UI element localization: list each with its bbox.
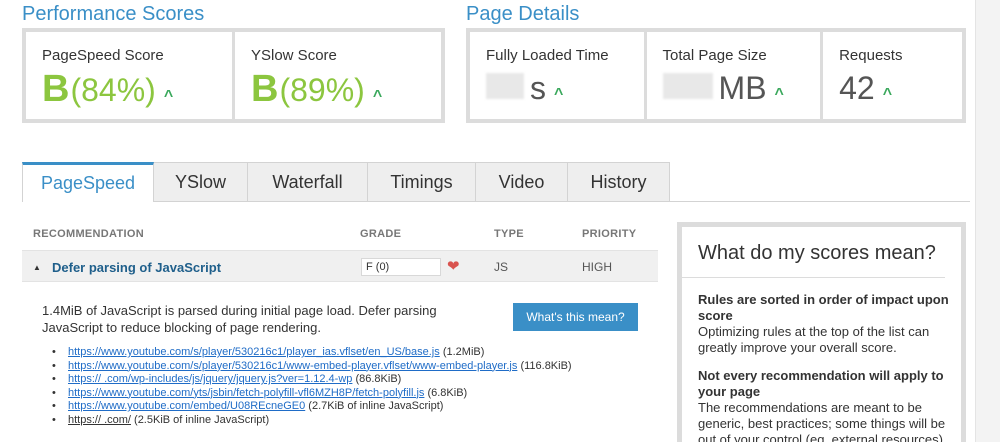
tab-waterfall[interactable]: Waterfall xyxy=(248,162,368,202)
resource-link[interactable]: https://www.youtube.com/s/player/530216c… xyxy=(68,346,440,358)
col-grade: GRADE xyxy=(360,228,402,240)
col-recommendation: RECOMMENDATION xyxy=(33,228,144,240)
grade-bar: F (0) xyxy=(361,258,441,276)
fully-loaded-box: Fully Loaded Time s ^ xyxy=(470,32,644,119)
requests-label: Requests xyxy=(839,47,903,64)
resource-link[interactable]: https://www.youtube.com/yts/jsbin/fetch-… xyxy=(68,387,424,399)
requests-box: Requests 42 ^ xyxy=(823,32,962,119)
list-item: https://www.youtube.com/yts/jsbin/fetch-… xyxy=(52,387,652,401)
yslow-score-value: B (89%) ^ xyxy=(251,68,441,111)
page-edge-strip xyxy=(975,0,1000,442)
page-size-label: Total Page Size xyxy=(662,47,767,64)
tab-history[interactable]: History xyxy=(568,162,670,202)
recommendation-description: 1.4MiB of JavaScript is parsed during in… xyxy=(42,303,437,335)
performance-scores-title: Performance Scores xyxy=(22,3,205,25)
trend-up-icon: ^ xyxy=(882,86,893,103)
scores-help-sidebar: What do my scores mean? Rules are sorted… xyxy=(677,222,966,442)
trend-up-icon: ^ xyxy=(554,86,564,103)
page-size-value: MB ^ xyxy=(662,70,821,107)
report-tabs: PageSpeed YSlow Waterfall Timings Video … xyxy=(22,162,670,202)
list-item: https:// .com/wp-includes/js/jquery/jque… xyxy=(52,373,652,387)
sidebar-divider xyxy=(682,277,945,278)
sidebar-text: Optimizing rules at the top of the list … xyxy=(698,324,930,355)
redacted-value xyxy=(486,73,524,99)
trend-up-icon: ^ xyxy=(372,88,383,105)
sidebar-heading: Rules are sorted in order of impact upon… xyxy=(698,292,949,323)
sidebar-content: What do my scores mean? Rules are sorted… xyxy=(682,227,961,442)
tab-yslow[interactable]: YSlow xyxy=(154,162,248,202)
list-item: https://www.youtube.com/s/player/530216c… xyxy=(52,360,652,374)
table-row[interactable]: ▲ Defer parsing of JavaScript F (0) ❤ JS… xyxy=(22,250,658,282)
pagespeed-grade: B xyxy=(42,68,69,110)
fully-loaded-value: s ^ xyxy=(486,70,644,107)
sidebar-heading: Not every recommendation will apply to y… xyxy=(698,368,944,399)
tab-video[interactable]: Video xyxy=(476,162,568,202)
tab-pagespeed[interactable]: PageSpeed xyxy=(22,162,154,202)
performance-scores-panel: PageSpeed Score B (84%) ^ YSlow Score B … xyxy=(22,28,445,123)
resource-size: (86.8KiB) xyxy=(355,373,402,385)
page-details-title: Page Details xyxy=(466,3,580,25)
whats-this-mean-button[interactable]: What's this mean? xyxy=(513,303,638,331)
requests-value: 42 xyxy=(839,70,875,106)
fully-loaded-unit: s xyxy=(530,70,546,106)
resource-link[interactable]: https://www.youtube.com/embed/U08REcneGE… xyxy=(68,400,305,412)
col-priority: PRIORITY xyxy=(582,228,637,240)
list-item: https://www.youtube.com/embed/U08REcneGE… xyxy=(52,400,652,414)
yslow-score-box: YSlow Score B (89%) ^ xyxy=(235,32,441,119)
page-size-unit: MB xyxy=(718,70,767,106)
resource-size: (116.8KiB) xyxy=(520,359,572,372)
pagespeed-score-box: PageSpeed Score B (84%) ^ xyxy=(26,32,232,119)
chevron-down-icon[interactable]: ❤ xyxy=(447,257,460,275)
page-size-box: Total Page Size MB ^ xyxy=(646,32,821,119)
resource-link[interactable]: https://www.youtube.com/s/player/530216c… xyxy=(68,360,517,372)
pagespeed-score-value: B (84%) ^ xyxy=(42,68,232,111)
page-details-panel: Fully Loaded Time s ^ Total Page Size MB… xyxy=(466,28,966,123)
collapse-triangle-icon[interactable]: ▲ xyxy=(33,263,41,272)
recommendations-table-header: RECOMMENDATION GRADE TYPE PRIORITY xyxy=(22,228,658,244)
resource-link[interactable]: https:// .com/wp-includes/js/jquery/jque… xyxy=(68,373,352,385)
resource-size: (2.7KiB of inline JavaScript) xyxy=(308,400,444,412)
list-item: https:// .com/ (2.5KiB of inline JavaScr… xyxy=(52,414,652,428)
pagespeed-percent: (84%) xyxy=(70,72,156,108)
yslow-grade: B xyxy=(251,68,278,110)
tab-timings[interactable]: Timings xyxy=(368,162,476,202)
trend-up-icon: ^ xyxy=(163,88,174,105)
pagespeed-score-label: PageSpeed Score xyxy=(42,47,164,64)
sidebar-title: What do my scores mean? xyxy=(698,242,936,264)
sidebar-text: The recommendations are meant to be gene… xyxy=(698,400,946,442)
recommendation-priority: HIGH xyxy=(582,260,612,274)
col-type: TYPE xyxy=(494,228,524,240)
recommendation-title[interactable]: Defer parsing of JavaScript xyxy=(52,260,221,275)
requests-value-row: 42 ^ xyxy=(839,70,962,107)
fully-loaded-label: Fully Loaded Time xyxy=(486,47,609,64)
recommendation-type: JS xyxy=(494,260,509,274)
resources-list: https://www.youtube.com/s/player/530216c… xyxy=(52,346,652,427)
resource-size: (6.8KiB) xyxy=(427,386,468,399)
resource-size: (1.2MiB) xyxy=(442,346,485,358)
yslow-score-label: YSlow Score xyxy=(251,47,337,64)
trend-up-icon: ^ xyxy=(774,86,784,103)
resource-link[interactable]: https:// .com/ xyxy=(68,414,131,426)
list-item: https://www.youtube.com/s/player/530216c… xyxy=(52,346,652,360)
yslow-percent: (89%) xyxy=(279,72,365,108)
redacted-value xyxy=(662,73,713,99)
resource-size: (2.5KiB of inline JavaScript) xyxy=(134,413,270,426)
